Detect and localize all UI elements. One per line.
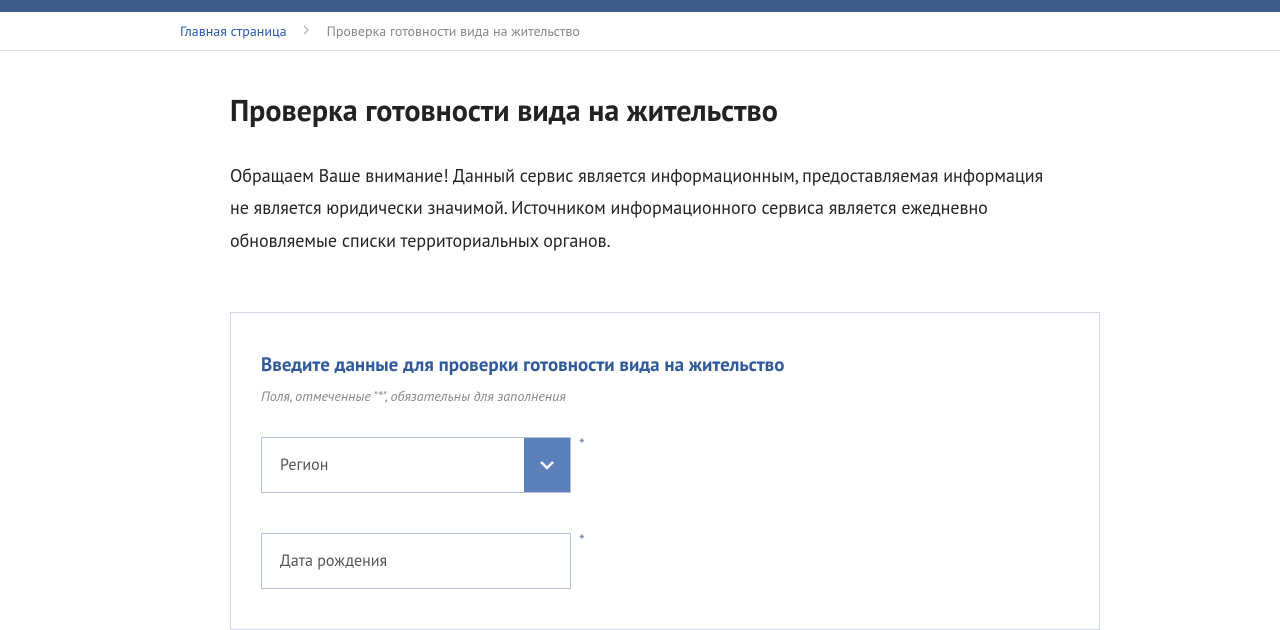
chevron-down-icon [524, 438, 570, 492]
form-box: Введите данные для проверки готовности в… [230, 312, 1100, 630]
content: Проверка готовности вида на жительство О… [150, 51, 1130, 630]
dob-input-wrap [261, 533, 571, 589]
required-mark: * [579, 533, 585, 549]
breadcrumb-home-link[interactable]: Главная страница [180, 22, 287, 40]
breadcrumb: Главная страница Проверка готовности вид… [180, 22, 1100, 40]
form-note: Поля, отмеченные "*", обязательны для за… [261, 387, 1069, 405]
dob-field-row: * [261, 533, 1069, 589]
required-mark: * [579, 437, 585, 453]
intro-text: Обращаем Ваше внимание! Данный сервис яв… [230, 160, 1050, 257]
page-title: Проверка готовности вида на жительство [230, 91, 1100, 130]
region-select-label: Регион [262, 438, 524, 492]
breadcrumb-bar: Главная страница Проверка готовности вид… [0, 12, 1280, 51]
dob-input[interactable] [280, 551, 570, 571]
form-title: Введите данные для проверки готовности в… [261, 353, 1069, 377]
region-field-row: Регион * [261, 437, 1069, 493]
breadcrumb-current: Проверка готовности вида на жительство [327, 22, 580, 40]
top-bar [0, 0, 1280, 12]
region-select[interactable]: Регион [261, 437, 571, 493]
chevron-right-icon [303, 24, 311, 39]
